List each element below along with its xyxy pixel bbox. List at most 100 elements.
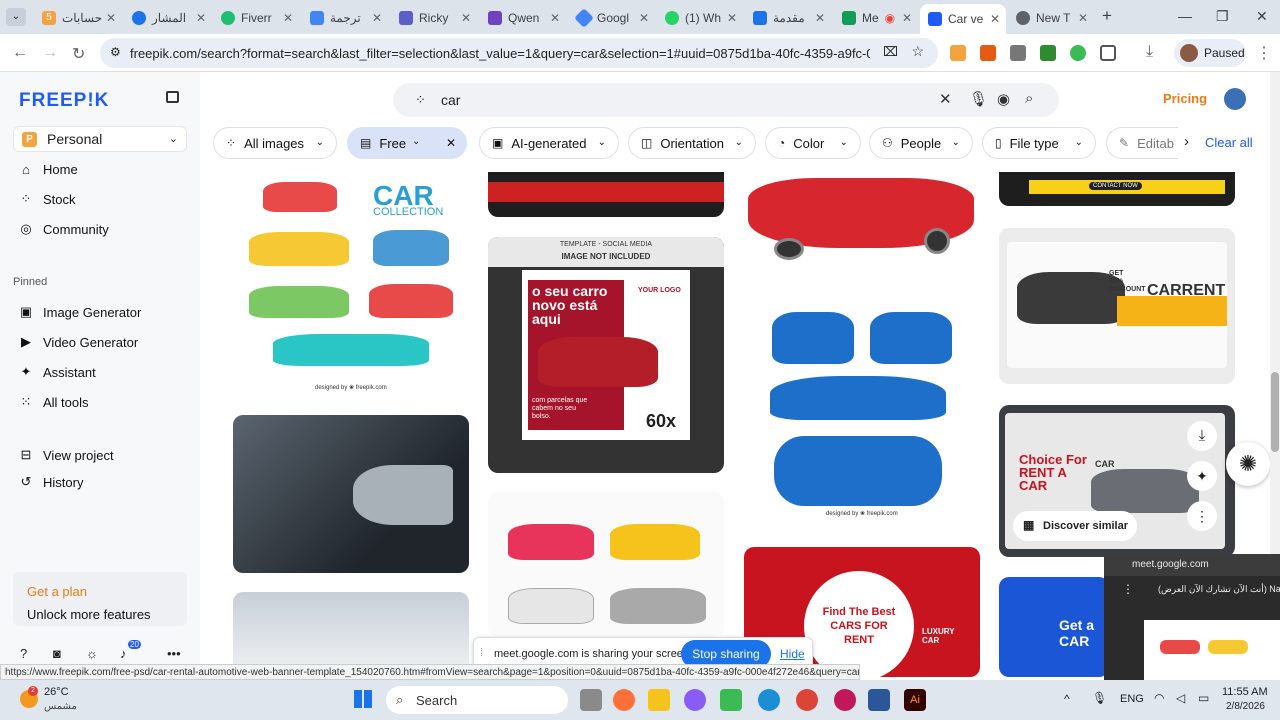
sidebar-item-all-tools[interactable]: ⁙ All tools [19, 392, 89, 412]
google-drive-icon[interactable] [720, 689, 742, 711]
result-card-sky[interactable] [233, 592, 469, 672]
camera-search-icon[interactable]: ◉ [997, 90, 1010, 108]
result-card-carrent-banner[interactable]: GET 50% DISCOUNT CARRENT [999, 228, 1235, 384]
download-icon[interactable]: ⤓ [1187, 421, 1217, 451]
clear-all-link[interactable]: Clear all [1205, 135, 1253, 150]
copilot-icon[interactable] [684, 689, 706, 711]
result-card-headlight[interactable] [233, 415, 469, 573]
close-icon[interactable]: ✕ [990, 12, 1000, 26]
more-options-icon[interactable]: ⋮ [1122, 582, 1134, 596]
bell-icon[interactable]: ♪ 20 [120, 640, 141, 661]
sidebar-item-community[interactable]: ◎ Community [19, 219, 108, 239]
site-info-icon[interactable]: ⚙ [110, 45, 121, 59]
filter-people[interactable]: ⚇ People ⌄ [869, 127, 973, 159]
tab-3[interactable]: Fiverr ✕ [213, 5, 299, 31]
result-card-cartoon-car[interactable] [744, 172, 980, 272]
url-bar[interactable]: ⚙ freepik.com/search?format=search&last_… [100, 38, 938, 68]
ai-edit-icon[interactable]: ✦ [1187, 461, 1217, 491]
extension-icon[interactable] [1010, 45, 1026, 61]
new-tab-icon[interactable]: + [1102, 6, 1112, 26]
result-card-four-cars[interactable] [488, 492, 724, 637]
clear-search-icon[interactable]: ✕ [939, 90, 952, 108]
close-icon[interactable]: ✕ [196, 11, 206, 25]
firefox-icon[interactable] [613, 689, 635, 711]
tab-7[interactable]: Googl ✕ [569, 5, 655, 31]
search-input[interactable]: car [441, 92, 460, 108]
tab-search-icon[interactable]: ⌄ [6, 8, 26, 26]
menu-icon[interactable]: ⋮ [1256, 43, 1272, 63]
extension-icon[interactable] [1040, 45, 1056, 61]
task-view-icon[interactable] [580, 689, 602, 711]
extension-icon[interactable] [1070, 45, 1086, 61]
drag-handle-icon[interactable]: ⁞ [480, 647, 483, 659]
remove-filter-icon[interactable]: ✕ [446, 136, 456, 150]
more-options-icon[interactable]: ⋮ [1187, 501, 1217, 531]
close-icon[interactable]: ✕ [727, 11, 737, 25]
hide-link[interactable]: Hide [780, 647, 805, 661]
discover-similar-button[interactable]: ▦ Discover similar [1013, 511, 1137, 541]
pricing-link[interactable]: Pricing [1163, 91, 1207, 106]
freepik-logo[interactable]: FREEP!K [19, 90, 109, 112]
help-icon[interactable]: ? [20, 646, 27, 661]
result-card-yellow-banner[interactable]: CONTACT NOW [999, 172, 1235, 206]
sidebar-item-video-generator[interactable]: ▶ Video Generator [19, 332, 138, 352]
close-icon[interactable]: ✕ [639, 11, 649, 25]
tab-8[interactable]: (1) Wh ✕ [657, 5, 743, 31]
download-icon[interactable]: ⤓ [1146, 43, 1153, 61]
sidebar-item-view-project[interactable]: ⊟ View project [19, 445, 114, 465]
forward-icon[interactable]: → [42, 44, 58, 62]
get-plan-card[interactable]: Get a plan Unlock more features [13, 572, 187, 626]
close-icon[interactable]: ✕ [283, 11, 293, 25]
result-card-blue-banner[interactable]: Get a CAR [999, 577, 1109, 677]
profile-button[interactable]: Paused [1174, 39, 1246, 67]
app-icon[interactable] [834, 689, 856, 711]
sidebar-item-history[interactable]: ↺ History [19, 472, 84, 492]
filter-free[interactable]: ▤ Free ⌄ ✕ [347, 127, 467, 159]
clock-time[interactable]: 11:55 AM [1222, 686, 1268, 698]
wifi-icon[interactable]: ◠ [1154, 691, 1164, 705]
close-icon[interactable]: ✕ [550, 11, 560, 25]
reload-icon[interactable]: ↻ [72, 44, 85, 64]
result-card-social-promo[interactable]: TEMPLATE - SOCIAL MEDIA IMAGE NOT INCLUD… [488, 237, 724, 473]
tab-9[interactable]: مقدمة ✕ [745, 5, 831, 31]
result-card-rent-a-car[interactable]: Choice For RENT A CAR CAR ⤓ ✦ ⋮ ▦ Discove… [999, 405, 1235, 557]
close-icon[interactable]: ✕ [372, 11, 382, 25]
translate-icon[interactable]: ⌧ [883, 44, 898, 60]
tab-10[interactable]: Me ◉ ✕ [834, 5, 918, 31]
close-icon[interactable]: ✕ [106, 11, 116, 25]
tab-5[interactable]: Ricky ✕ [391, 5, 477, 31]
word-icon[interactable] [868, 689, 890, 711]
tab-12[interactable]: New T ✕ [1008, 5, 1094, 31]
minimize-icon[interactable]: — [1178, 8, 1192, 24]
clock-date[interactable]: 2/8/2026 [1226, 701, 1265, 712]
ai-assistant-icon[interactable]: ✺ [1226, 442, 1270, 486]
tab-6[interactable]: Qwen ✕ [480, 5, 566, 31]
chrome-icon[interactable] [796, 689, 818, 711]
chevron-right-icon[interactable]: › [1184, 133, 1189, 150]
close-icon[interactable]: ✕ [815, 11, 825, 25]
filter-orientation[interactable]: ◫ Orientation ⌄ [628, 127, 756, 159]
user-avatar[interactable] [1224, 88, 1246, 110]
discord-icon[interactable]: ◙ [53, 646, 61, 661]
close-icon[interactable]: ✕ [1078, 11, 1088, 25]
workspace-selector[interactable]: P Personal ⌄ [13, 126, 187, 152]
tab-1[interactable]: 5 حسابات ✕ [34, 5, 122, 31]
puzzle-icon[interactable] [1100, 45, 1116, 61]
extension-icon[interactable] [950, 45, 966, 61]
tab-active-car[interactable]: Car ve ✕ [920, 4, 1006, 34]
file-explorer-icon[interactable] [648, 689, 670, 711]
sidebar-item-assistant[interactable]: ✦ Assistant [19, 362, 96, 382]
edge-icon[interactable] [758, 689, 780, 711]
windows-start-icon[interactable] [354, 690, 372, 708]
filter-file-type[interactable]: ▯ File type ⌄ [982, 127, 1096, 159]
illustrator-icon[interactable]: Ai [904, 689, 926, 711]
tab-4[interactable]: ترجمة ✕ [302, 5, 388, 31]
close-icon[interactable]: ✕ [902, 11, 912, 25]
taskbar-search[interactable]: ⌕ Search [386, 686, 568, 714]
microphone-icon[interactable]: 🎙 [1092, 691, 1107, 705]
search-bar[interactable]: ⁘ car [393, 83, 1059, 117]
close-window-icon[interactable]: ✕ [1256, 8, 1268, 25]
result-card-car-collection[interactable]: CAR COLLECTION designed by ❀ freepik.com [233, 172, 469, 400]
result-card-dark-banner[interactable] [488, 172, 724, 217]
sidebar-item-image-generator[interactable]: ▣ Image Generator [19, 302, 141, 322]
